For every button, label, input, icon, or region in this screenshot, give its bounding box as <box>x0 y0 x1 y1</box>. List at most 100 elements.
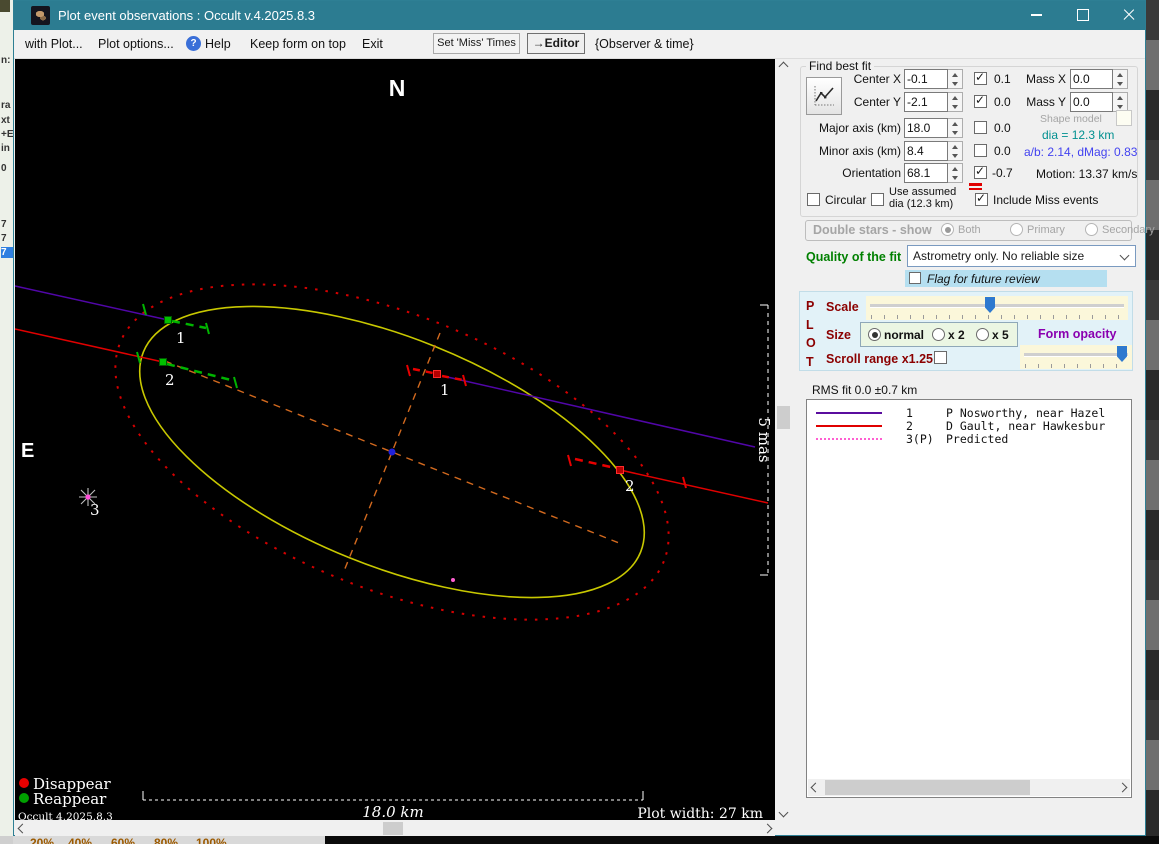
shape-model-box[interactable] <box>1116 110 1132 126</box>
background-bottom-right <box>325 836 1159 844</box>
zoom-level-button[interactable]: 60% <box>111 836 135 844</box>
scroll-right-arrow[interactable] <box>760 821 775 836</box>
orientation-sigma-checkbox[interactable] <box>974 164 987 179</box>
minimize-icon <box>1031 14 1042 16</box>
minor-axis-input[interactable] <box>904 141 948 161</box>
background-fragment: +E <box>1 129 14 140</box>
list-scroll-left-arrow[interactable] <box>808 780 823 795</box>
mass-y-spinner[interactable] <box>1113 92 1128 112</box>
list-scroll-thumb[interactable] <box>825 780 1030 795</box>
east-label: E <box>21 440 34 462</box>
background-fragment: 7 <box>1 233 7 244</box>
zoom-level-button[interactable]: 80% <box>154 836 178 844</box>
background-fragment: 7 <box>1 219 7 230</box>
minor-axis-spinner[interactable] <box>948 141 963 161</box>
orientation-spinner[interactable] <box>948 163 963 183</box>
plot-width-label: Plot width: 27 km <box>637 806 763 820</box>
include-miss-checkbox[interactable] <box>975 191 988 206</box>
zoom-level-button[interactable]: 100% <box>196 836 227 844</box>
form-opacity-label: Form opacity <box>1038 327 1117 341</box>
maximize-button[interactable] <box>1060 1 1105 29</box>
menu-plot-options[interactable]: Plot options... <box>98 37 174 51</box>
center-x-input[interactable] <box>904 69 948 89</box>
opacity-slider-thumb[interactable] <box>1117 346 1127 362</box>
chord1-reappear-marker <box>164 316 172 324</box>
orientation-input[interactable] <box>904 163 948 183</box>
center-x-sigma-checkbox[interactable] <box>974 70 987 85</box>
size-x5-radio[interactable] <box>976 328 989 341</box>
observer-name: D Gault, near Hawkesbur <box>946 418 1106 433</box>
minor-axis-sigma-checkbox[interactable] <box>974 144 987 157</box>
major-axis-input[interactable] <box>904 118 948 138</box>
major-axis-sigma: 0.0 <box>994 121 1011 135</box>
scroll-up-arrow[interactable] <box>776 59 791 74</box>
circular-checkbox[interactable] <box>807 193 820 206</box>
flag-review-checkbox[interactable] <box>909 272 921 284</box>
mass-y-input[interactable] <box>1070 92 1113 112</box>
circular-label: Circular <box>825 193 867 207</box>
scroll-left-arrow[interactable] <box>15 821 30 836</box>
background-fragment: 0 <box>1 163 7 174</box>
scale-slider-thumb[interactable] <box>985 297 995 313</box>
observer-list[interactable]: 1 P Nosworthy, near Hazel 2 D Gault, nea… <box>806 399 1132 798</box>
center-x-label: Center X <box>853 72 901 86</box>
close-button[interactable] <box>1106 1 1151 29</box>
editor-button[interactable]: →Editor <box>527 33 585 54</box>
background-bottom-left <box>0 836 13 844</box>
double-both-radio[interactable] <box>941 223 954 236</box>
observer-row[interactable]: 3(P) Predicted <box>807 432 1131 446</box>
observer-list-scrollbar[interactable] <box>808 779 1130 796</box>
plot-vertical-scrollbar[interactable] <box>776 59 791 820</box>
chord2-disappear-marker <box>616 466 624 474</box>
observer-row[interactable]: 1 P Nosworthy, near Hazel <box>807 406 1131 420</box>
center-y-sigma-checkbox[interactable] <box>974 93 987 108</box>
mass-x-spinner[interactable] <box>1113 69 1128 89</box>
set-miss-times-button[interactable]: Set 'Miss' Times <box>433 33 520 54</box>
scroll-range-checkbox[interactable] <box>934 351 947 364</box>
menu-help[interactable]: Help <box>205 37 231 51</box>
minimize-button[interactable] <box>1014 1 1059 29</box>
ellipse-center-dot <box>388 448 396 456</box>
list-scroll-right-arrow[interactable] <box>1115 780 1130 795</box>
help-icon[interactable]: ? <box>186 36 201 51</box>
chord1-reappear-number: 1 <box>176 329 186 347</box>
sky-plot-canvas[interactable]: 1 2 1 2 3 N E 5 mas 18.0 km Plot width: … <box>14 59 775 823</box>
menu-keep-form-on-top[interactable]: Keep form on top <box>250 37 346 51</box>
major-axis-spinner[interactable] <box>948 118 963 138</box>
major-axis-sigma-checkbox[interactable] <box>974 121 987 134</box>
size-x2-radio[interactable] <box>932 328 945 341</box>
zoom-level-button[interactable]: 40% <box>68 836 92 844</box>
center-y-input[interactable] <box>904 92 948 112</box>
center-y-spinner[interactable] <box>948 92 963 112</box>
plot-hscroll-thumb[interactable] <box>383 822 403 835</box>
form-opacity-slider[interactable] <box>1020 345 1132 369</box>
km-scale-label: 18.0 km <box>362 803 423 820</box>
use-assumed-dia-checkbox[interactable] <box>871 193 884 206</box>
size-normal-radio[interactable] <box>868 328 881 341</box>
center-y-label: Center Y <box>853 95 901 109</box>
minor-axis-label: Minor axis (km) <box>818 144 901 158</box>
combo-arrow-icon <box>1119 250 1130 261</box>
quality-combobox[interactable]: Astrometry only. No reliable size <box>907 245 1136 267</box>
plot-vscroll-thumb[interactable] <box>777 406 790 429</box>
observer-time-label[interactable]: {Observer & time} <box>595 37 694 51</box>
fit-chart-button[interactable] <box>806 77 842 115</box>
ab-dmag-text: a/b: 2.14, dMag: 0.83 <box>1024 145 1138 159</box>
observer-row[interactable]: 2 D Gault, near Hawkesbur <box>807 418 1131 433</box>
plot-horizontal-scrollbar[interactable] <box>15 821 775 836</box>
scale-slider[interactable] <box>866 296 1128 320</box>
size-normal-label: normal <box>884 328 925 342</box>
double-primary-radio[interactable] <box>1010 223 1023 236</box>
chord1-legend-swatch <box>816 411 882 414</box>
scroll-down-arrow[interactable] <box>776 805 791 820</box>
use-assumed-line2: dia (12.3 km) <box>889 198 954 210</box>
menu-exit[interactable]: Exit <box>362 37 383 51</box>
background-fragment: n: <box>1 55 11 66</box>
zoom-level-button[interactable]: 20% <box>30 836 54 844</box>
sky-plane-plot[interactable]: 1 2 1 2 3 N E 5 mas 18.0 km Plot width: … <box>14 59 775 823</box>
double-secondary-radio[interactable] <box>1085 223 1098 236</box>
find-best-fit-title: Find best fit <box>806 59 875 73</box>
center-x-spinner[interactable] <box>948 69 963 89</box>
menu-with-plot[interactable]: with Plot... <box>25 37 83 51</box>
mass-x-input[interactable] <box>1070 69 1113 89</box>
